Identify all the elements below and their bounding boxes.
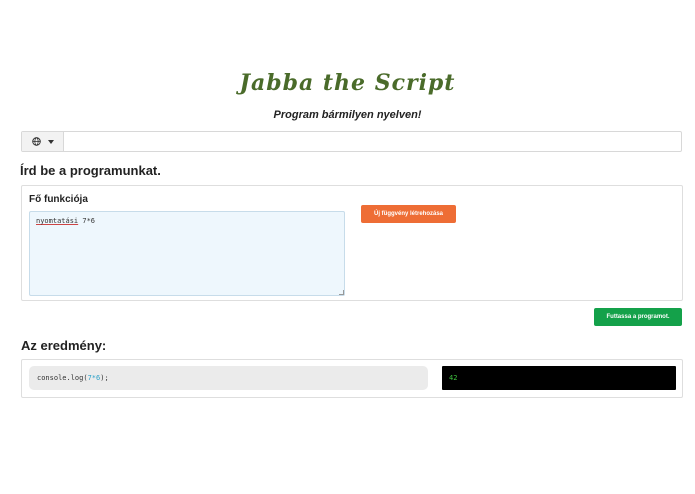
- language-input[interactable]: [64, 132, 681, 151]
- language-dropdown-button[interactable]: [22, 132, 64, 151]
- code-prefix: console.log(: [37, 374, 88, 382]
- resize-handle-icon[interactable]: [339, 290, 344, 295]
- code-keyword: nyomtatási: [36, 217, 79, 225]
- code-expression: 7*6: [78, 217, 96, 225]
- globe-icon: [31, 137, 41, 146]
- generated-code: console.log(7 * 6);: [29, 366, 428, 390]
- main-function-label: Fő funkciója: [29, 194, 88, 205]
- new-function-button[interactable]: Új függvény létrehozása: [361, 205, 456, 223]
- code-editor[interactable]: nyomtatási 7*6: [29, 211, 345, 296]
- editor-heading: Írd be a programunkat.: [20, 163, 161, 178]
- code-suffix: );: [100, 374, 109, 382]
- run-program-button[interactable]: Futtassa a programot.: [594, 308, 682, 326]
- app-subtitle: Program bármilyen nyelven!: [273, 109, 422, 121]
- language-bar: [21, 131, 682, 152]
- result-panel: console.log(7 * 6); 42: [21, 359, 683, 398]
- caret-down-icon: [47, 139, 54, 144]
- result-heading: Az eredmény:: [21, 338, 107, 353]
- console-output: 42: [442, 366, 676, 390]
- app-title: Jabba the Script: [239, 70, 456, 96]
- editor-panel: Fő funkciója nyomtatási 7*6 Új függvény …: [21, 185, 683, 301]
